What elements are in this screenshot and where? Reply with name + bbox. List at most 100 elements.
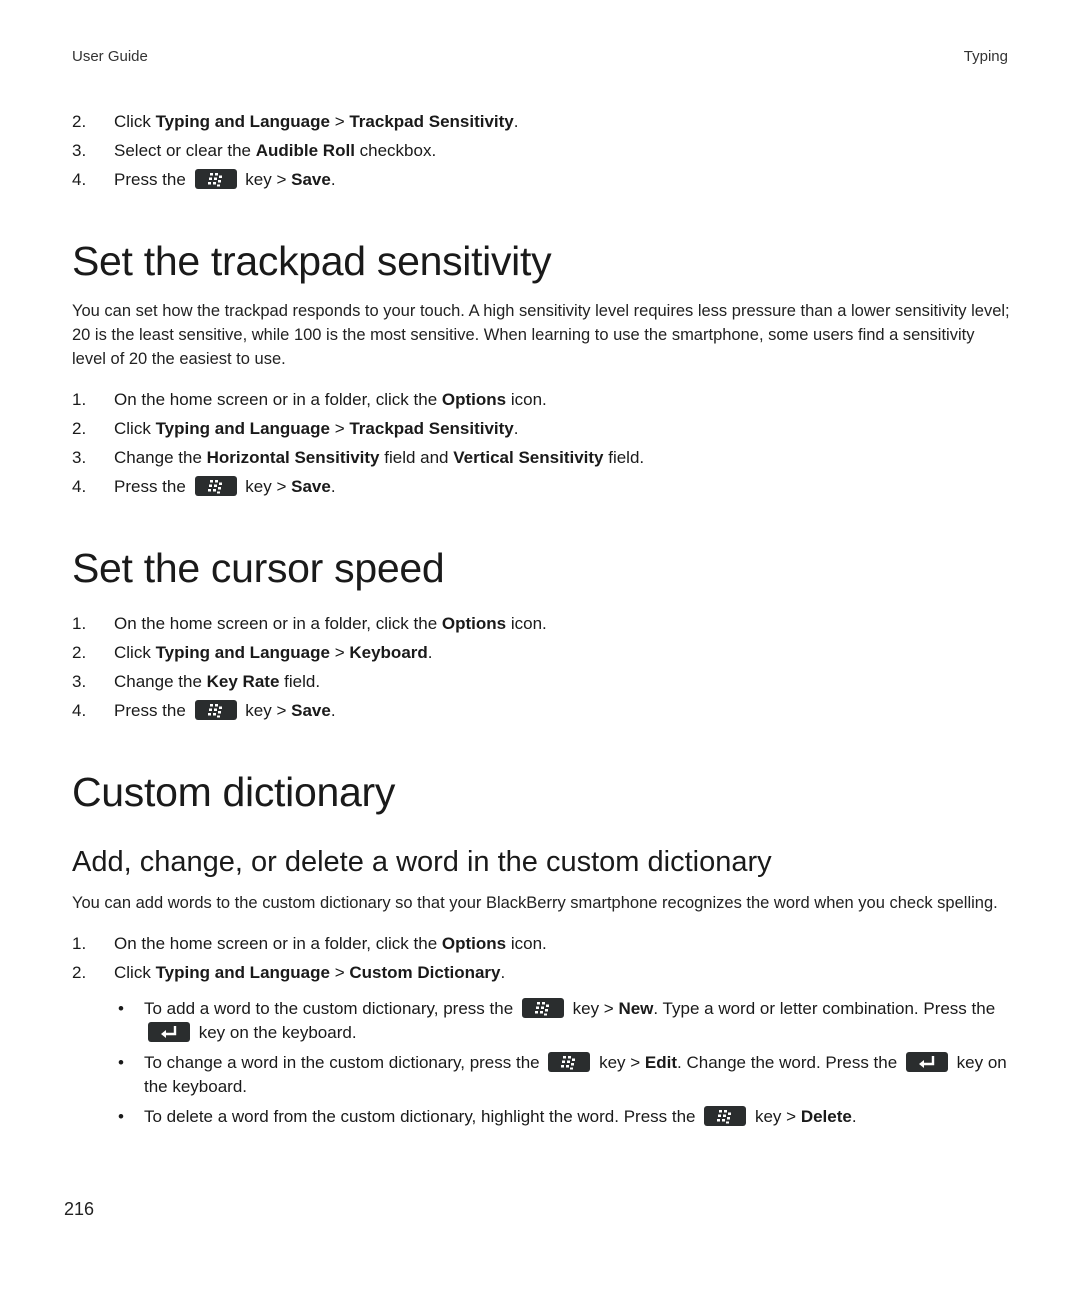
text-run: > <box>329 963 350 982</box>
step-number: 1. <box>72 390 87 409</box>
step-item: 1. On the home screen or in a folder, cli… <box>72 385 1012 414</box>
text-run: Press the <box>114 701 191 720</box>
step-number: 3. <box>72 141 87 160</box>
text-run: . <box>330 701 336 720</box>
text-run: > <box>329 419 350 438</box>
step-item: 4. Press the key > Save. <box>72 696 1012 725</box>
step-item: 2. Click Typing and Language > Keyboard. <box>72 638 1012 667</box>
ui-label: Save <box>291 701 331 720</box>
text-run: Click <box>114 419 156 438</box>
step-number: 3. <box>72 672 87 691</box>
text-run: Select or clear the <box>114 141 256 160</box>
blackberry-menu-key-icon <box>194 476 237 496</box>
text-run: . <box>500 963 506 982</box>
step-number: 1. <box>72 934 87 953</box>
bullet-marker: • <box>118 999 124 1018</box>
ui-label: Trackpad Sensitivity <box>349 419 514 438</box>
text-run: . <box>427 643 433 662</box>
ui-label: Save <box>291 170 331 189</box>
running-header-left: User Guide <box>72 48 148 65</box>
text-run: . Change the word. Press the <box>677 1053 902 1072</box>
text-run: icon. <box>506 390 547 409</box>
step-item: 1. On the home screen or in a folder, cli… <box>72 609 1012 638</box>
ui-label: Typing and Language <box>155 419 330 438</box>
bullet-item: • To delete a word from the custom dictio… <box>72 1105 1012 1129</box>
text-run: Click <box>114 112 156 131</box>
text-run: key > <box>750 1107 801 1126</box>
step-number: 4. <box>72 170 87 189</box>
step-number: 2. <box>72 963 87 982</box>
text-run: On the home screen or in a folder, click… <box>114 934 442 953</box>
text-run: > <box>329 643 350 662</box>
step-item: 3. Change the Horizontal Sensitivity fiel… <box>72 443 1012 472</box>
text-run: . Type a word or letter combination. Pre… <box>653 999 996 1018</box>
text-run: field. <box>603 448 645 467</box>
ui-label: Delete <box>800 1107 852 1126</box>
ui-label: Vertical Sensitivity <box>453 448 604 467</box>
text-run: . <box>513 112 519 131</box>
text-run: field. <box>279 672 321 691</box>
step-item: 2. Click Typing and Language > Custom Dic… <box>72 958 1012 987</box>
blackberry-menu-key-icon <box>548 1052 591 1072</box>
section-custom-dictionary: Custom dictionary Add, change, or delete… <box>72 769 1012 1135</box>
text-run: . <box>330 477 336 496</box>
step-number: 4. <box>72 701 87 720</box>
text-run: Press the <box>114 477 191 496</box>
text-run: key > <box>240 701 292 720</box>
section-title: Set the trackpad sensitivity <box>72 238 552 284</box>
step-number: 4. <box>72 477 87 496</box>
running-header-right: Typing <box>963 48 1008 65</box>
enter-key-icon <box>148 1022 190 1042</box>
step-number: 1. <box>72 614 87 633</box>
ui-label: New <box>618 999 654 1018</box>
step-item: 3. Change the Key Rate field. <box>72 667 1012 696</box>
ui-label: Typing and Language <box>155 643 330 662</box>
step-item: 2. Click Typing and Language > Trackpad S… <box>72 414 1012 443</box>
intro-steps: 2. Click Typing and Language > Trackpad S… <box>72 107 1012 194</box>
ui-label: Audible Roll <box>255 141 355 160</box>
ui-label: Typing and Language <box>155 112 330 131</box>
subsection-title: Add, change, or delete a word in the cus… <box>72 846 772 878</box>
text-run: To add a word to the custom dictionary, … <box>144 999 518 1018</box>
step-item: 1. On the home screen or in a folder, cli… <box>72 929 1012 958</box>
ui-label: Save <box>291 477 331 496</box>
page-number: 216 <box>64 1199 95 1219</box>
step-item: 2. Click Typing and Language > Trackpad S… <box>72 107 1012 136</box>
text-run: key > <box>567 999 619 1018</box>
text-run: Change the <box>114 672 207 691</box>
text-run: Press the <box>114 170 191 189</box>
text-run: Click <box>114 963 156 982</box>
text-run: icon. <box>506 934 547 953</box>
section-trackpad-sensitivity: Set the trackpad sensitivity You can set… <box>72 238 1012 501</box>
ui-label: Horizontal Sensitivity <box>206 448 380 467</box>
bullet-marker: • <box>118 1053 124 1072</box>
step-item: 3. Select or clear the Audible Roll check… <box>72 136 1012 165</box>
text-run: Change the <box>114 448 207 467</box>
bullet-item: • To add a word to the custom dictionary,… <box>72 997 1012 1045</box>
text-run: To delete a word from the custom diction… <box>144 1107 701 1126</box>
blackberry-menu-key-icon <box>704 1106 747 1126</box>
ui-label: Options <box>441 390 507 409</box>
ui-label: Keyboard <box>349 643 428 662</box>
text-run: To change a word in the custom dictionar… <box>144 1053 545 1072</box>
text-run: . <box>513 419 519 438</box>
blackberry-menu-key-icon <box>194 169 237 189</box>
step-item: 4. Press the key > Save. <box>72 165 1012 194</box>
bullet-marker: • <box>118 1107 124 1126</box>
ui-label: Typing and Language <box>155 963 330 982</box>
text-run: On the home screen or in a folder, click… <box>114 614 442 633</box>
text-run: key > <box>240 477 292 496</box>
text-run: field and <box>379 448 454 467</box>
ui-label: Key Rate <box>206 672 280 691</box>
text-run: checkbox. <box>354 141 437 160</box>
blackberry-menu-key-icon <box>521 998 564 1018</box>
text-run: key on the keyboard. <box>194 1023 357 1042</box>
bullet-item: • To change a word in the custom dictiona… <box>72 1051 1012 1099</box>
section-body: You can add words to the custom dictiona… <box>72 894 998 912</box>
step-item: 4. Press the key > Save. <box>72 472 1012 501</box>
step-number: 2. <box>72 643 87 662</box>
text-run: icon. <box>506 614 547 633</box>
step-number: 2. <box>72 419 87 438</box>
ui-label: Options <box>441 614 507 633</box>
section-title: Set the cursor speed <box>72 545 445 591</box>
